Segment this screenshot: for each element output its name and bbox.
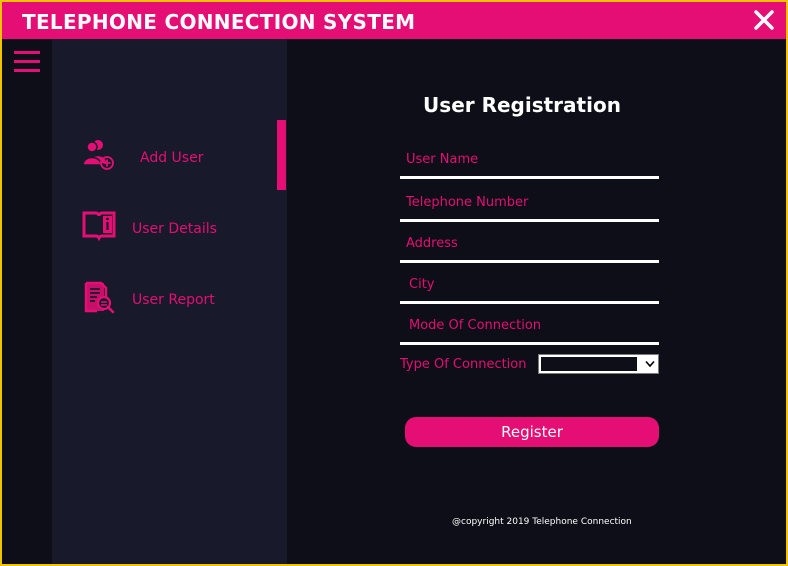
sidebar-item-user-report[interactable]: User Report xyxy=(52,276,287,326)
city-input[interactable] xyxy=(400,268,659,300)
sidebar-item-user-details[interactable]: User Details xyxy=(52,205,287,255)
field-underline xyxy=(400,342,659,345)
app-title: TELEPHONE CONNECTION SYSTEM xyxy=(22,10,416,34)
active-indicator xyxy=(277,120,286,190)
app-window: TELEPHONE CONNECTION SYSTEM Add User Use… xyxy=(2,2,786,564)
user-report-icon xyxy=(84,281,115,314)
user-name-field xyxy=(400,143,659,179)
sidebar: Add User User Details User Report xyxy=(52,39,287,564)
mode-of-connection-input[interactable] xyxy=(400,309,659,341)
type-of-connection-label: Type Of Connection xyxy=(400,357,527,372)
copyright-text: @copyright 2019 Telephone Connection xyxy=(452,517,632,527)
telephone-number-input[interactable] xyxy=(400,186,659,218)
address-input[interactable] xyxy=(400,227,659,259)
city-field xyxy=(400,268,659,304)
registration-panel: User Registration Type Of Connection xyxy=(287,39,786,564)
sidebar-item-label: User Details xyxy=(132,221,217,237)
register-button[interactable]: Register xyxy=(405,417,659,447)
close-icon[interactable] xyxy=(752,8,776,32)
address-field xyxy=(400,227,659,263)
form-title: User Registration xyxy=(423,93,621,117)
user-details-book-icon xyxy=(82,211,116,242)
sidebar-item-label: User Report xyxy=(132,292,215,308)
type-of-connection-select[interactable] xyxy=(538,354,659,374)
sidebar-item-label: Add User xyxy=(140,150,204,166)
sidebar-item-add-user[interactable]: Add User xyxy=(52,134,287,184)
mode-of-connection-field xyxy=(400,309,659,345)
field-underline xyxy=(400,176,659,179)
hamburger-menu-icon[interactable] xyxy=(14,51,40,73)
select-value-box xyxy=(541,357,637,371)
field-underline xyxy=(400,260,659,263)
telephone-number-field xyxy=(400,186,659,222)
field-underline xyxy=(400,219,659,222)
title-bar: TELEPHONE CONNECTION SYSTEM xyxy=(2,2,786,39)
chevron-down-icon xyxy=(645,360,655,368)
field-underline xyxy=(400,301,659,304)
add-user-icon xyxy=(82,140,114,170)
user-name-input[interactable] xyxy=(400,143,659,175)
menu-strip xyxy=(2,39,52,564)
